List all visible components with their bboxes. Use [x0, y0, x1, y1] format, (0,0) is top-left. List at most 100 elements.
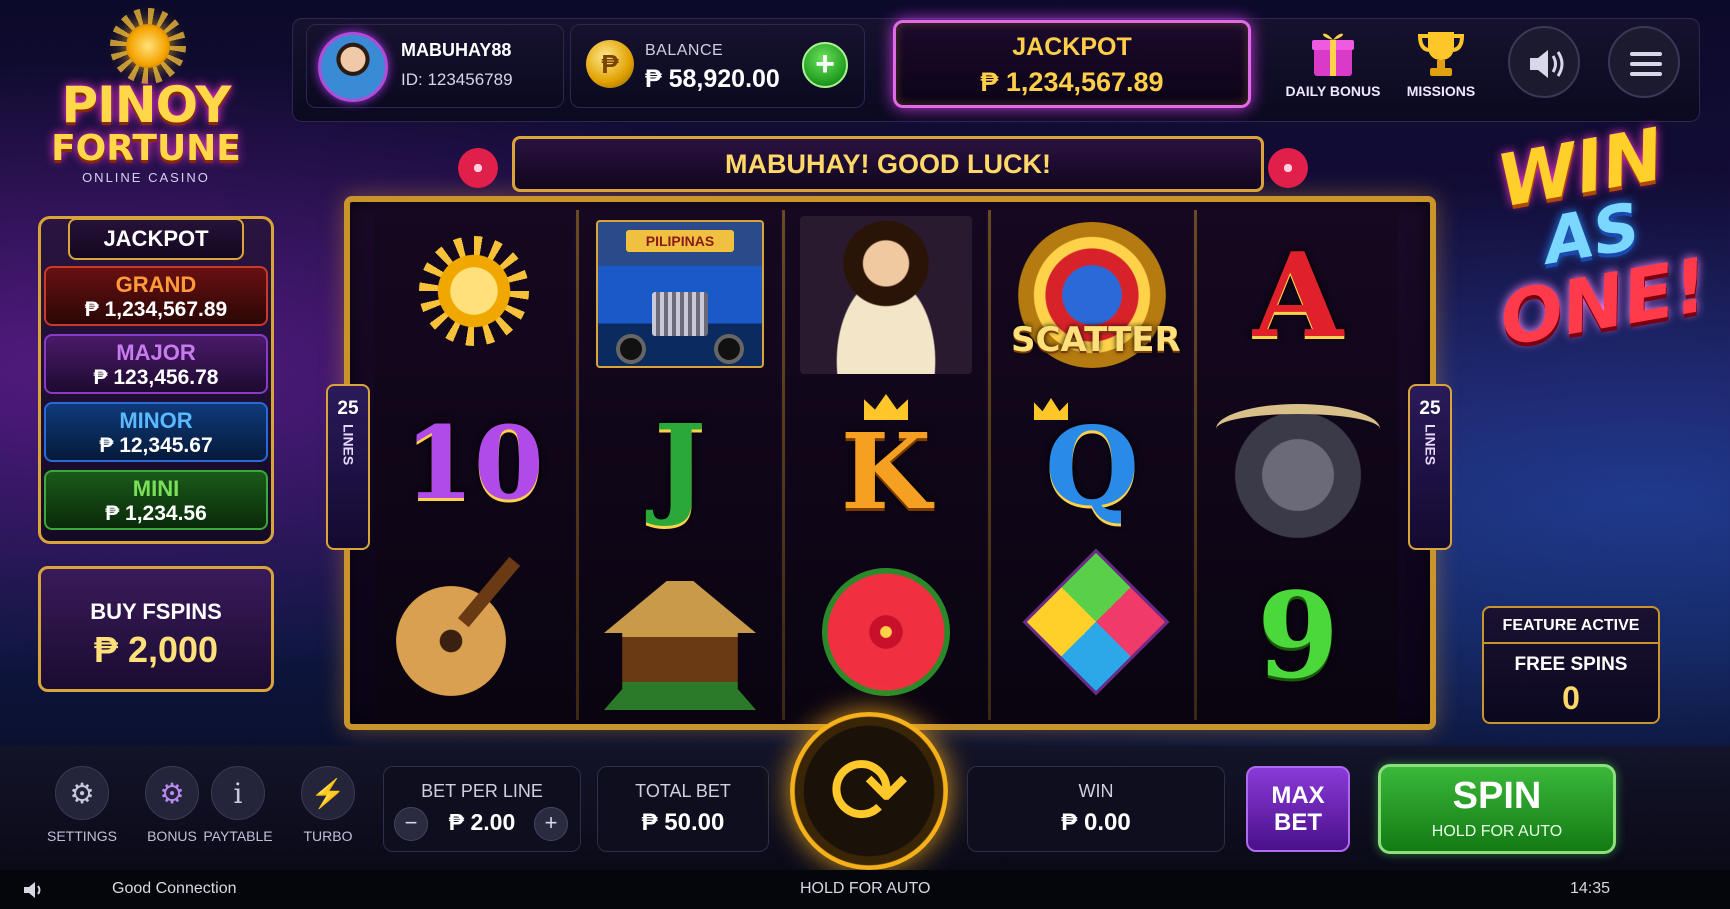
hamburger-menu-icon: [1630, 52, 1662, 76]
refresh-arrows-icon: ⟳: [828, 735, 910, 847]
decrease-bet-button[interactable]: −: [394, 807, 428, 841]
tier-name: MINOR: [119, 408, 193, 433]
tier-value: ₱ 1,234,567.89: [84, 298, 228, 321]
symbol-10: 10: [404, 404, 544, 522]
filipina-portrait-icon: [800, 216, 972, 374]
scatter-icon: SCATTER: [1011, 222, 1181, 368]
free-spins-label: FREE SPINS: [1514, 654, 1628, 675]
add-funds-button[interactable]: +: [802, 42, 848, 88]
reel-divider: [1194, 210, 1197, 720]
total-bet-value: ₱ 50.00: [641, 809, 725, 836]
missions-button[interactable]: MISSIONS: [1396, 28, 1486, 108]
symbol-jeepney: PILIPINAS: [580, 210, 780, 380]
tier-value: ₱ 12,345.67: [99, 434, 213, 457]
symbol-j: J: [653, 400, 707, 529]
gear-icon: ⚙: [55, 766, 109, 820]
speaker-icon: [1530, 50, 1564, 78]
gift-icon: [1312, 33, 1354, 76]
good-luck-banner: MABUHAY! GOOD LUCK!: [512, 136, 1264, 192]
paytable-label: PAYTABLE: [203, 828, 273, 844]
symbol-a: A: [1252, 228, 1343, 364]
jeepney-sign: PILIPINAS: [626, 230, 734, 252]
carabao-icon: [1216, 398, 1380, 538]
increase-bet-button[interactable]: +: [534, 807, 568, 841]
jackpot-panel-title: JACKPOT: [68, 218, 244, 260]
reel-3: K: [786, 210, 986, 720]
username: MABUHAY88: [401, 40, 512, 60]
symbol-hibiscus: [786, 550, 986, 720]
symbol-guitar: [374, 550, 574, 720]
menu-button[interactable]: [1608, 26, 1680, 98]
paylines-count: 25: [1419, 398, 1441, 419]
feature-header: FEATURE ACTIVE: [1484, 608, 1658, 644]
symbol-filipina: [786, 210, 986, 380]
scatter-label: SCATTER: [1011, 320, 1181, 360]
casino-logo: PINOY FORTUNE ONLINE CASINO: [28, 8, 264, 190]
buy-spins-label: BUY FSPINS: [90, 599, 222, 624]
hibiscus-decoration-icon: [458, 148, 498, 188]
lightning-icon: ⚡: [301, 766, 355, 820]
bet-per-line-label: BET PER LINE: [421, 781, 543, 801]
spin-label: SPIN: [1452, 775, 1542, 817]
quick-spin-button[interactable]: ⟳: [790, 712, 948, 870]
reel-divider: [988, 210, 991, 720]
daily-bonus-button[interactable]: DAILY BONUS: [1278, 28, 1388, 108]
tier-name: GRAND: [115, 272, 197, 297]
guitar-icon: [396, 586, 506, 696]
settings-button[interactable]: ⚙ SETTINGS: [42, 766, 122, 844]
jackpot-tier-grand: GRAND ₱ 1,234,567.89: [44, 266, 268, 326]
paytable-button[interactable]: i PAYTABLE: [198, 766, 278, 844]
buy-free-spins-button[interactable]: BUY FSPINS ₱ 2,000: [38, 566, 274, 692]
clock: 14:35: [1570, 880, 1611, 897]
paylines-word: LINES: [340, 424, 357, 466]
reel-divider: [782, 210, 785, 720]
sun-icon: [110, 8, 186, 84]
bonus-gear-icon: ⚙: [145, 766, 199, 820]
total-bet-panel: TOTAL BET ₱ 50.00: [597, 766, 769, 852]
max-bet-line1: MAX: [1271, 782, 1325, 809]
tier-name: MINI: [132, 476, 180, 501]
tier-value: ₱ 1,234.56: [105, 502, 207, 525]
reel-4: SCATTER Q: [992, 210, 1192, 720]
sound-button[interactable]: [1508, 26, 1580, 98]
top-jackpot-label: JACKPOT: [1012, 33, 1132, 61]
symbol-q: Q: [992, 380, 1192, 550]
jackpot-tier-mini: MINI ₱ 1,234.56: [44, 470, 268, 530]
paylines-count: 25: [337, 398, 359, 419]
total-bet-label: TOTAL BET: [635, 781, 731, 801]
paylines-indicator-right: 25 LINES: [1408, 384, 1452, 550]
top-jackpot-value: ₱ 1,234,567.89: [980, 67, 1164, 97]
max-bet-button[interactable]: MAX BET: [1246, 766, 1350, 852]
coin-icon: ₱: [586, 40, 634, 88]
settings-label: SETTINGS: [46, 828, 117, 844]
missions-label: MISSIONS: [1406, 83, 1476, 99]
win-panel: WIN ₱ 0.00: [967, 766, 1225, 852]
win-as-one-promo: WIN AS ONE!: [1466, 112, 1730, 447]
hibiscus-icon: [822, 568, 950, 696]
paylines-word: LINES: [1422, 424, 1439, 466]
symbol-k: K: [786, 380, 986, 550]
top-jackpot-display: JACKPOT ₱ 1,234,567.89: [893, 20, 1251, 108]
avatar[interactable]: [318, 32, 388, 102]
bet-per-line-panel: BET PER LINE ₱ 2.00 − +: [383, 766, 581, 852]
connection-status: Good Connection: [112, 880, 237, 897]
reel-5: A 9: [1198, 210, 1398, 720]
spin-sublabel: HOLD FOR AUTO: [1431, 823, 1563, 840]
logo-line3: ONLINE CASINO: [82, 170, 210, 185]
symbol-kite: [992, 548, 1192, 720]
balance-label: BALANCE: [645, 42, 724, 59]
status-bar: Good Connection HOLD FOR AUTO 14:35: [0, 870, 1730, 909]
symbol-carabao: [1198, 380, 1398, 550]
jeepney-icon: PILIPINAS: [596, 220, 764, 368]
spin-button[interactable]: SPIN HOLD FOR AUTO: [1378, 764, 1616, 854]
reel-divider: [576, 210, 579, 720]
status-hold-for-auto: HOLD FOR AUTO: [800, 880, 931, 897]
free-spins-count: 0: [1562, 680, 1580, 716]
tier-value: ₱ 123,456.78: [93, 366, 219, 389]
kite-icon: [1022, 548, 1170, 696]
player-id: ID: 123456789: [401, 70, 513, 89]
nipa-hut-icon: [604, 570, 756, 710]
jackpot-tier-major: MAJOR ₱ 123,456.78: [44, 334, 268, 394]
turbo-button[interactable]: ⚡ TURBO: [288, 766, 368, 844]
speaker-icon[interactable]: [22, 880, 48, 900]
